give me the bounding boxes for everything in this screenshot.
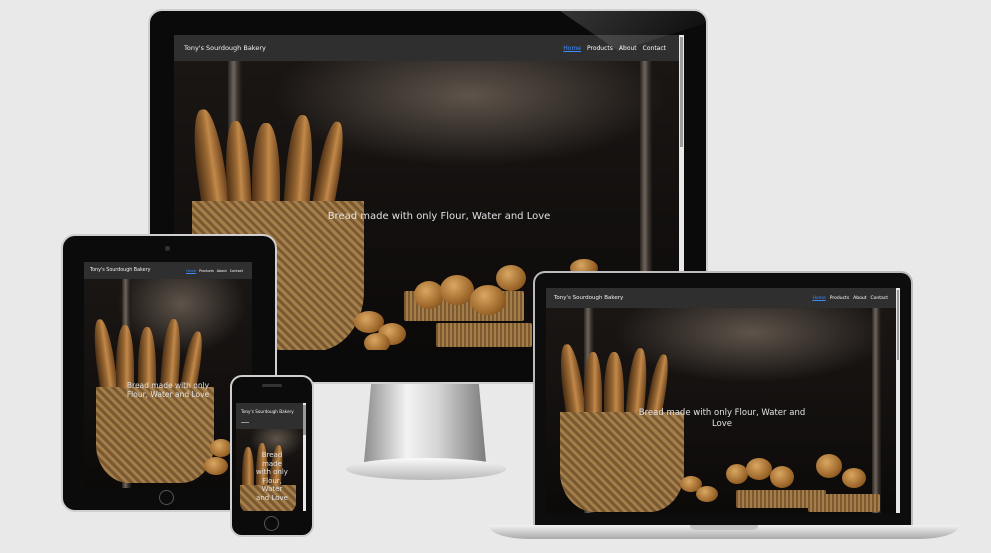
menu-toggle-icon[interactable] (241, 422, 249, 423)
nav-contact-link[interactable]: Contact (870, 296, 888, 301)
bread-roll (746, 458, 772, 480)
hero-tagline: Bread made with only Flour, Water and Lo… (327, 211, 551, 222)
phone-screen: Tony's Sourdough Bakery Bread made with … (236, 403, 306, 511)
wicker-basket (96, 387, 214, 483)
tablet-home-button[interactable] (159, 490, 174, 505)
bread-roll (726, 464, 748, 484)
nav-links: Home Products About Contact (186, 269, 243, 273)
nav-products-link[interactable]: Products (587, 45, 613, 52)
nav-home-link[interactable]: Home (563, 45, 581, 52)
bread-roll (204, 457, 228, 475)
bread-roll (440, 275, 474, 305)
hero-image: Bread made with only Flour, Water and Lo… (236, 429, 306, 511)
nav-home-link[interactable]: Home (186, 269, 196, 273)
site-brand[interactable]: Tony's Sourdough Bakery (184, 44, 266, 52)
tablet-screen: Tony's Sourdough Bakery Home Products Ab… (84, 262, 252, 488)
scrollbar[interactable] (303, 403, 306, 511)
hero-tagline: Bread made with only Flour, Water and Lo… (638, 408, 806, 429)
bread-roll (842, 468, 866, 488)
nav-home-link[interactable]: Home (812, 296, 825, 301)
navbar: Tony's Sourdough Bakery Home Products Ab… (84, 262, 252, 279)
phone-home-button[interactable] (264, 516, 279, 531)
bakery-pole (872, 308, 881, 513)
bread-roll (816, 454, 842, 478)
laptop-screen: Tony's Sourdough Bakery Home Products Ab… (546, 288, 900, 513)
hero-image: Bread made with only Flour, Water and Lo… (546, 308, 900, 513)
bread-tray (808, 494, 880, 512)
scrollbar[interactable] (896, 288, 900, 513)
bread-roll (364, 333, 390, 350)
bread-roll (470, 285, 506, 315)
bread-roll (210, 439, 232, 457)
laptop-notch (690, 525, 758, 530)
nav-contact-link[interactable]: Contact (643, 45, 666, 52)
site-brand[interactable]: Tony's Sourdough Bakery (554, 295, 623, 301)
bread-roll (414, 281, 444, 309)
site-brand[interactable]: Tony's Sourdough Bakery (241, 409, 294, 414)
site-brand[interactable]: Tony's Sourdough Bakery (90, 268, 150, 273)
nav-products-link[interactable]: Products (830, 296, 849, 301)
nav-products-link[interactable]: Products (199, 269, 214, 273)
monitor-stand-base (346, 458, 506, 480)
scrollbar-thumb[interactable] (897, 290, 899, 360)
phone-speaker (262, 384, 282, 387)
scrollbar-thumb[interactable] (303, 405, 306, 435)
bread-roll (770, 466, 794, 488)
nav-links: Home Products About Contact (812, 296, 888, 301)
navbar: Tony's Sourdough Bakery (236, 403, 306, 429)
scrollbar-thumb[interactable] (680, 37, 683, 147)
bread-tray (436, 323, 532, 347)
bread-roll (696, 486, 718, 502)
tablet-camera (165, 246, 170, 251)
nav-about-link[interactable]: About (217, 269, 227, 273)
monitor-stand-neck (364, 382, 486, 462)
nav-about-link[interactable]: About (853, 296, 866, 301)
hero-tagline: Bread made with only Flour, Water and Lo… (126, 381, 210, 399)
nav-contact-link[interactable]: Contact (230, 269, 243, 273)
hero-tagline: Bread made with only Flour, Water and Lo… (256, 451, 288, 502)
hero-image: Bread made with only Flour, Water and Lo… (84, 279, 252, 488)
bread-roll (496, 265, 526, 291)
navbar: Tony's Sourdough Bakery Home Products Ab… (546, 288, 900, 308)
